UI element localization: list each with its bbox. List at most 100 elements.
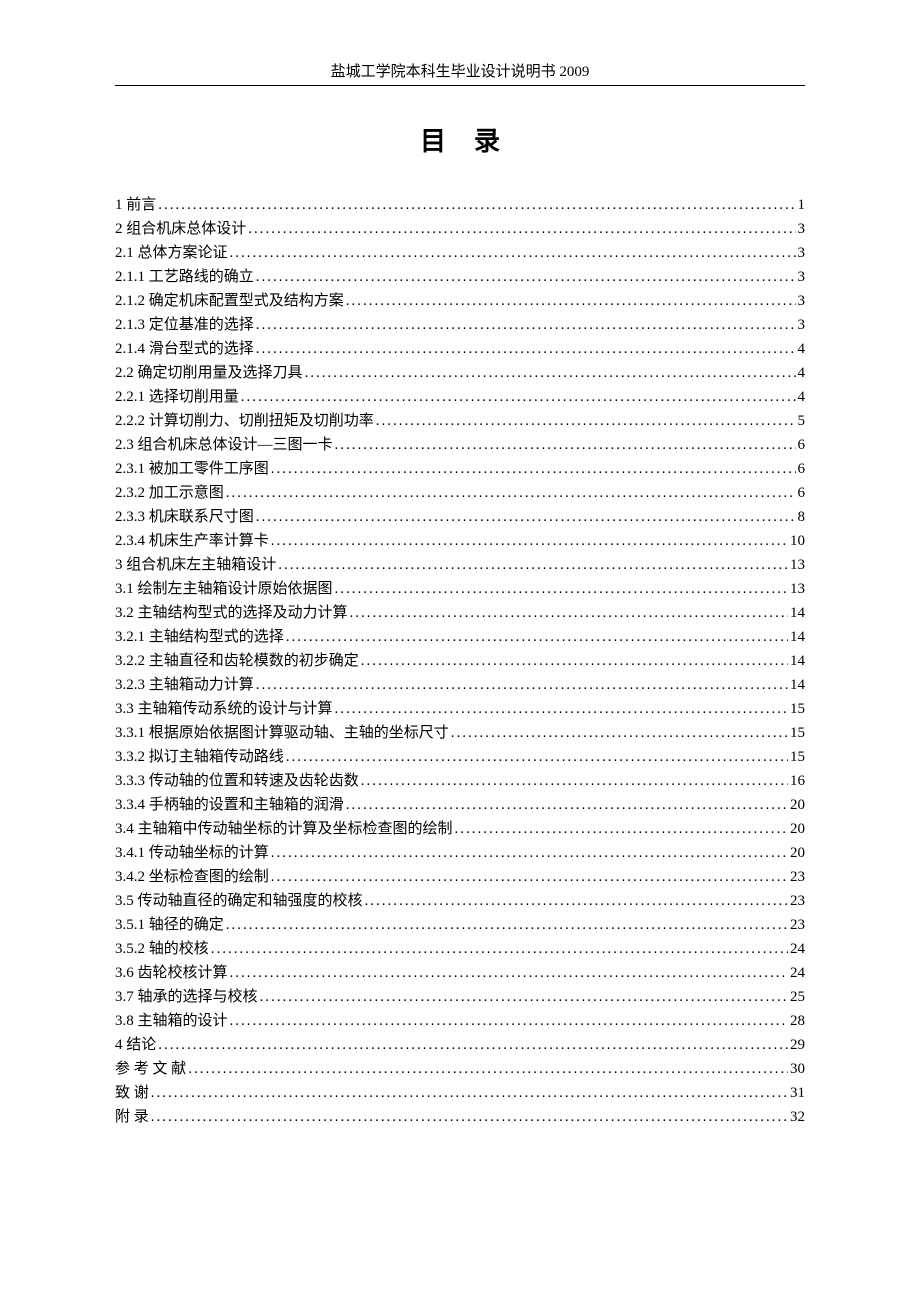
toc-leader-dots (271, 457, 796, 481)
toc-entry-page: 23 (790, 865, 805, 889)
toc-entry-label: 2.3.4 机床生产率计算卡 (115, 529, 269, 553)
toc-title: 目录 (115, 121, 805, 158)
toc-leader-dots (226, 481, 796, 505)
toc-entry-page: 3 (798, 265, 806, 289)
toc-entry-page: 28 (790, 1009, 805, 1033)
toc-entry: 3.4.1 传动轴坐标的计算20 (115, 841, 805, 865)
toc-leader-dots (451, 721, 788, 745)
toc-leader-dots (305, 361, 796, 385)
toc-entry: 3.4.2 坐标检查图的绘制23 (115, 865, 805, 889)
toc-entry-page: 6 (798, 433, 806, 457)
toc-entry-label: 2.1 总体方案论证 (115, 241, 228, 265)
toc-leader-dots (335, 577, 788, 601)
document-page: 盐城工学院本科生毕业设计说明书 2009 目录 1 前言12 组合机床总体设计3… (0, 0, 920, 1189)
toc-entry-page: 3 (798, 289, 806, 313)
toc-entry: 3.7 轴承的选择与校核 25 (115, 985, 805, 1009)
toc-entry: 3.3.3 传动轴的位置和转速及齿轮齿数16 (115, 769, 805, 793)
toc-entry-label: 3.6 齿轮校核计算 (115, 961, 228, 985)
toc-entry: 3.2.1 主轴结构型式的选择 14 (115, 625, 805, 649)
toc-entry-label: 2.3.2 加工示意图 (115, 481, 224, 505)
toc-entry-page: 8 (798, 505, 806, 529)
toc-entry: 2.3.4 机床生产率计算卡10 (115, 529, 805, 553)
toc-entry-page: 20 (790, 841, 805, 865)
toc-entry: 3.2.3 主轴箱动力计算14 (115, 673, 805, 697)
toc-entry-page: 3 (798, 217, 806, 241)
toc-entry-page: 14 (790, 625, 805, 649)
toc-entry-label: 3.2.1 主轴结构型式的选择 (115, 625, 284, 649)
toc-leader-dots (226, 913, 788, 937)
toc-entry: 参 考 文 献30 (115, 1057, 805, 1081)
toc-entry-page: 20 (790, 817, 805, 841)
toc-leader-dots (286, 625, 788, 649)
toc-leader-dots (365, 889, 788, 913)
toc-entry: 3.6 齿轮校核计算24 (115, 961, 805, 985)
toc-leader-dots (256, 505, 796, 529)
toc-leader-dots (211, 937, 788, 961)
toc-entry: 3.3.4 手柄轴的设置和主轴箱的润滑20 (115, 793, 805, 817)
toc-entry-label: 2.1.1 工艺路线的确立 (115, 265, 254, 289)
toc-entry-page: 4 (798, 361, 806, 385)
toc-leader-dots (271, 841, 788, 865)
toc-entry-label: 2.1.3 定位基准的选择 (115, 313, 254, 337)
toc-entry-label: 2.2.2 计算切削力、切削扭矩及切削功率 (115, 409, 374, 433)
toc-entry-page: 25 (790, 985, 805, 1009)
toc-leader-dots (151, 1081, 788, 1105)
toc-entry-page: 15 (790, 697, 805, 721)
toc-entry: 3.8 主轴箱的设计 28 (115, 1009, 805, 1033)
toc-leader-dots (286, 745, 788, 769)
toc-leader-dots (350, 601, 788, 625)
toc-leader-dots (151, 1105, 788, 1129)
toc-entry-label: 3.2 主轴结构型式的选择及动力计算 (115, 601, 348, 625)
toc-entry: 3.2.2 主轴直径和齿轮模数的初步确定14 (115, 649, 805, 673)
toc-entry-label: 3 组合机床左主轴箱设计 (115, 553, 276, 577)
toc-entry: 2.3 组合机床总体设计—三图一卡 6 (115, 433, 805, 457)
toc-entry: 2.2 确定切削用量及选择刀具4 (115, 361, 805, 385)
toc-entry: 致 谢31 (115, 1081, 805, 1105)
toc-leader-dots (188, 1057, 788, 1081)
toc-entry-label: 2.2.1 选择切削用量 (115, 385, 239, 409)
toc-entry-page: 3 (798, 241, 806, 265)
toc-entry: 2.3.2 加工示意图 6 (115, 481, 805, 505)
toc-entry-label: 2.3 组合机床总体设计—三图一卡 (115, 433, 333, 457)
toc-entry-page: 6 (798, 457, 806, 481)
toc-entry-label: 2.3.1 被加工零件工序图 (115, 457, 269, 481)
toc-entry: 2.3.1 被加工零件工序图 6 (115, 457, 805, 481)
table-of-contents: 1 前言12 组合机床总体设计32.1 总体方案论证32.1.1 工艺路线的确立… (115, 193, 805, 1129)
toc-entry-label: 3.7 轴承的选择与校核 (115, 985, 258, 1009)
toc-entry-label: 4 结论 (115, 1033, 156, 1057)
toc-entry: 3.3.1 根据原始依据图计算驱动轴、主轴的坐标尺寸15 (115, 721, 805, 745)
toc-entry: 2.1.3 定位基准的选择3 (115, 313, 805, 337)
toc-leader-dots (361, 769, 788, 793)
toc-leader-dots (335, 697, 788, 721)
toc-entry-label: 3.3.4 手柄轴的设置和主轴箱的润滑 (115, 793, 344, 817)
toc-entry-page: 5 (798, 409, 806, 433)
toc-entry-label: 3.8 主轴箱的设计 (115, 1009, 228, 1033)
toc-entry-label: 3.3.2 拟订主轴箱传动路线 (115, 745, 284, 769)
toc-entry: 2.1.1 工艺路线的确立 3 (115, 265, 805, 289)
toc-entry-label: 2.1.4 滑台型式的选择 (115, 337, 254, 361)
toc-entry: 2.3.3 机床联系尺寸图8 (115, 505, 805, 529)
toc-entry-label: 3.5.1 轴径的确定 (115, 913, 224, 937)
toc-entry-label: 3.3.1 根据原始依据图计算驱动轴、主轴的坐标尺寸 (115, 721, 449, 745)
toc-entry: 3 组合机床左主轴箱设计 13 (115, 553, 805, 577)
toc-entry: 2.2.1 选择切削用量4 (115, 385, 805, 409)
toc-entry-page: 16 (790, 769, 805, 793)
toc-entry-page: 1 (798, 193, 806, 217)
toc-entry: 4 结论 29 (115, 1033, 805, 1057)
toc-entry-page: 6 (798, 481, 806, 505)
toc-entry-page: 23 (790, 889, 805, 913)
toc-entry-page: 4 (798, 337, 806, 361)
toc-entry-page: 29 (790, 1033, 805, 1057)
toc-entry-label: 3.1 绘制左主轴箱设计原始依据图 (115, 577, 333, 601)
toc-leader-dots (278, 553, 788, 577)
toc-entry-label: 2 组合机床总体设计 (115, 217, 246, 241)
toc-leader-dots (346, 793, 788, 817)
toc-entry: 3.3.2 拟订主轴箱传动路线15 (115, 745, 805, 769)
toc-entry: 2.1.4 滑台型式的选择 4 (115, 337, 805, 361)
toc-entry-page: 13 (790, 553, 805, 577)
toc-leader-dots (256, 673, 788, 697)
toc-leader-dots (271, 529, 788, 553)
toc-entry-page: 23 (790, 913, 805, 937)
toc-leader-dots (256, 313, 796, 337)
toc-entry-page: 32 (790, 1105, 805, 1129)
